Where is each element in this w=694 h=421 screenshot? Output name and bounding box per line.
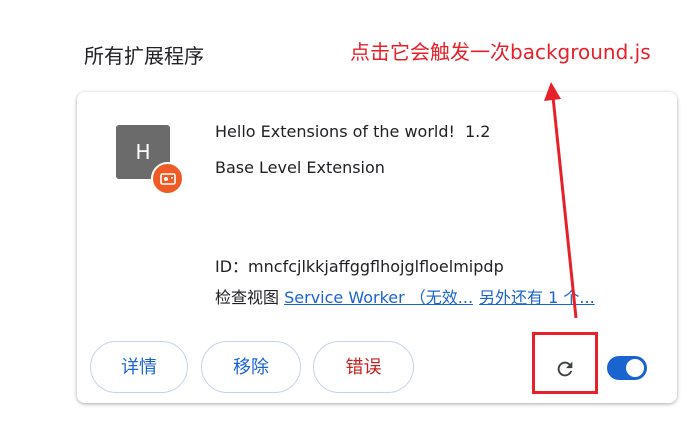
inspect-label: 检查视图 — [215, 288, 280, 307]
service-worker-link[interactable]: Service Worker （无效... — [284, 288, 473, 307]
camera-icon — [151, 162, 184, 195]
id-label: ID： — [215, 257, 249, 276]
extension-description: Base Level Extension — [215, 158, 385, 177]
more-views-link[interactable]: 另外还有 1 个... — [479, 288, 595, 307]
toggle-knob — [626, 359, 644, 377]
section-title: 所有扩展程序 — [84, 44, 204, 68]
enable-toggle[interactable] — [607, 356, 647, 380]
annotation-text: 点击它会触发一次background.js — [350, 40, 651, 64]
extension-title: Hello Extensions of the world! 1.2 — [215, 122, 490, 141]
details-button[interactable]: 详情 — [90, 341, 188, 393]
extension-name: Hello Extensions of the world! — [215, 122, 455, 141]
reload-icon — [557, 361, 573, 377]
id-value: mncfcjlkkjaffggflhojglfloelmipdp — [248, 257, 504, 276]
errors-button[interactable]: 错误 — [313, 341, 414, 393]
reload-button[interactable] — [550, 354, 580, 384]
inspect-views: 检查视图 Service Worker （无效... 另外还有 1 个... — [215, 284, 595, 308]
extension-id: ID：mncfcjlkkjaffggflhojglfloelmipdp — [215, 253, 504, 277]
extension-card: H Hello Extensions of the world! 1.2 Base… — [77, 92, 677, 403]
remove-button[interactable]: 移除 — [201, 341, 301, 393]
extension-version: 1.2 — [464, 122, 491, 141]
